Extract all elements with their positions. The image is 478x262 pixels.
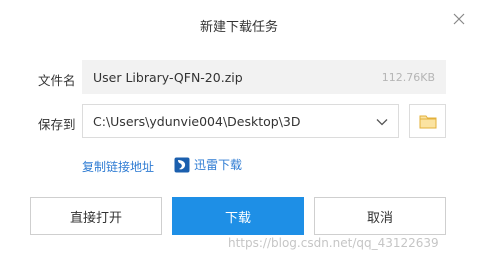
save-path-value: C:\Users\ydunvie004\Desktop\3D <box>93 114 301 129</box>
new-download-dialog: 新建下载任务 文件名 User Library-QFN-20.zip 112.7… <box>0 0 478 262</box>
save-to-label: 保存到 <box>38 117 76 132</box>
chevron-down-icon[interactable] <box>375 115 389 129</box>
thunder-icon <box>174 157 190 172</box>
file-size: 112.76KB <box>381 71 435 84</box>
browse-folder-button[interactable] <box>409 104 446 138</box>
dialog-title: 新建下载任务 <box>199 20 278 35</box>
save-path-select[interactable]: C:\Users\ydunvie004\Desktop\3D <box>82 104 399 138</box>
close-button[interactable] <box>448 8 470 30</box>
file-name-label: 文件名 <box>38 73 76 88</box>
file-name-field[interactable]: User Library-QFN-20.zip 112.76KB <box>82 60 446 94</box>
file-name-value: User Library-QFN-20.zip <box>93 70 243 85</box>
watermark-text: https://blog.csdn.net/qq_43122639 <box>228 236 439 250</box>
copy-link-address[interactable]: 复制链接地址 <box>82 158 154 175</box>
cancel-button[interactable]: 取消 <box>314 197 446 235</box>
open-directly-button[interactable]: 直接打开 <box>30 197 162 235</box>
close-icon <box>453 13 465 25</box>
thunder-download-link[interactable]: 迅雷下载 <box>174 156 242 173</box>
download-button[interactable]: 下载 <box>172 197 304 235</box>
thunder-download-label: 迅雷下载 <box>194 158 243 172</box>
folder-icon <box>419 115 436 128</box>
